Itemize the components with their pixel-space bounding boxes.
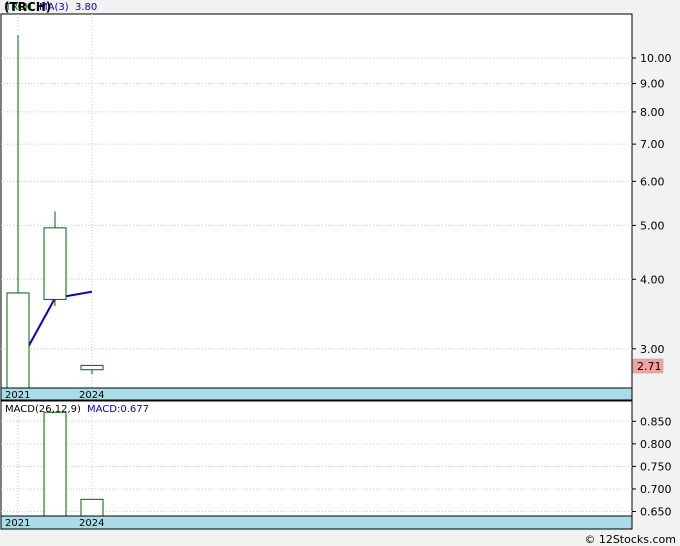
price-x-tick-label: 2021 bbox=[5, 390, 30, 401]
macd-x-tick-label: 2024 bbox=[79, 518, 104, 529]
candle-body bbox=[6, 292, 30, 389]
price-y-tick-label: 8.00 bbox=[640, 106, 665, 119]
macd-y-tick-label: 0.700 bbox=[640, 483, 672, 496]
macd-legend-value: MACD:0.677 bbox=[87, 404, 149, 415]
last-price-text: 2.71 bbox=[637, 360, 662, 373]
price-y-tick-label: 7.00 bbox=[640, 138, 665, 151]
stock-chart: 10.00 9.00 8.00 7.00 6.00 5.00 4.00 3.00 2021 20… bbox=[0, 2, 672, 530]
macd-y-tick-label: 0.800 bbox=[640, 438, 672, 451]
macd-y-axis: 0.850 0.800 0.750 0.700 0.650 bbox=[632, 415, 672, 518]
chart-title: (TRCH) bbox=[4, 0, 52, 14]
candle-body bbox=[80, 364, 104, 371]
last-price-label: 2.71 bbox=[632, 358, 664, 374]
price-y-tick-label: 3.00 bbox=[640, 343, 665, 356]
price-y-tick-label: 5.00 bbox=[640, 219, 665, 232]
legend-ma-value: 3.80 bbox=[75, 2, 97, 13]
candle-body bbox=[43, 227, 67, 300]
macd-y-tick-label: 0.850 bbox=[640, 415, 672, 428]
macd-x-tick-label: 2021 bbox=[5, 518, 30, 529]
macd-legend-label: MACD(26,12,9) bbox=[5, 404, 81, 415]
price-y-tick-label: 9.00 bbox=[640, 77, 665, 90]
price-y-tick-label: 10.00 bbox=[640, 52, 672, 65]
macd-panel bbox=[0, 400, 633, 517]
price-y-axis: 10.00 9.00 8.00 7.00 6.00 5.00 4.00 3.00 bbox=[632, 52, 672, 356]
price-x-tick-label: 2024 bbox=[79, 390, 104, 401]
price-y-tick-label: 6.00 bbox=[640, 175, 665, 188]
macd-y-tick-label: 0.650 bbox=[640, 505, 672, 518]
watermark-text: © 12Stocks.com bbox=[584, 533, 676, 546]
price-y-tick-label: 4.00 bbox=[640, 273, 665, 286]
macd-bar bbox=[80, 498, 104, 517]
macd-bar bbox=[43, 411, 67, 517]
macd-y-tick-label: 0.750 bbox=[640, 460, 672, 473]
price-panel bbox=[0, 13, 633, 389]
